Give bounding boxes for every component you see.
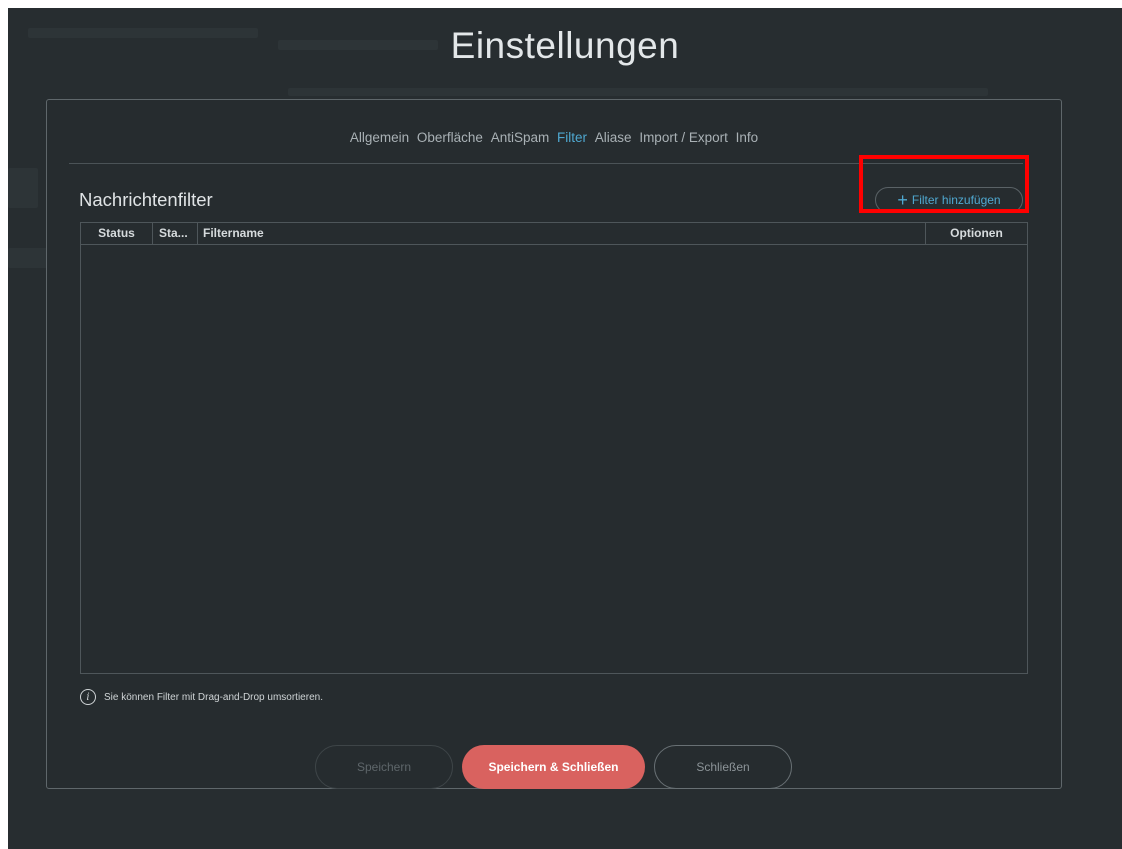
tab-aliase[interactable]: Aliase (595, 130, 632, 145)
tab-filter[interactable]: Filter (557, 130, 587, 145)
table-header: Status Sta... Filtername Optionen (81, 223, 1027, 245)
tab-allgemein[interactable]: Allgemein (350, 130, 409, 145)
tab-oberflaeche[interactable]: Oberfläche (417, 130, 483, 145)
filter-table: Status Sta... Filtername Optionen (80, 222, 1028, 674)
drag-drop-hint: i Sie können Filter mit Drag-and-Drop um… (80, 689, 323, 705)
tab-antispam[interactable]: AntiSpam (491, 130, 550, 145)
background-ghost (8, 168, 38, 208)
settings-tabs: Allgemein Oberfläche AntiSpam Filter Ali… (47, 130, 1061, 145)
hint-text: Sie können Filter mit Drag-and-Drop umso… (104, 691, 323, 703)
settings-screen: Einstellungen Allgemein Oberfläche AntiS… (8, 8, 1122, 849)
page-title: Einstellungen (450, 25, 680, 66)
save-and-close-button[interactable]: Speichern & Schließen (462, 745, 645, 789)
tab-import-export[interactable]: Import / Export (639, 130, 728, 145)
highlight-box (859, 155, 1029, 213)
tab-info[interactable]: Info (736, 130, 759, 145)
section-title: Nachrichtenfilter (79, 189, 213, 210)
column-header-status[interactable]: Status (81, 223, 153, 244)
column-header-filtername[interactable]: Filtername (198, 223, 926, 244)
column-header-sta[interactable]: Sta... (153, 223, 198, 244)
info-icon: i (80, 689, 96, 705)
background-ghost (288, 88, 988, 96)
save-button[interactable]: Speichern (315, 745, 453, 789)
column-header-optionen[interactable]: Optionen (926, 223, 1027, 244)
close-button[interactable]: Schließen (654, 745, 792, 789)
